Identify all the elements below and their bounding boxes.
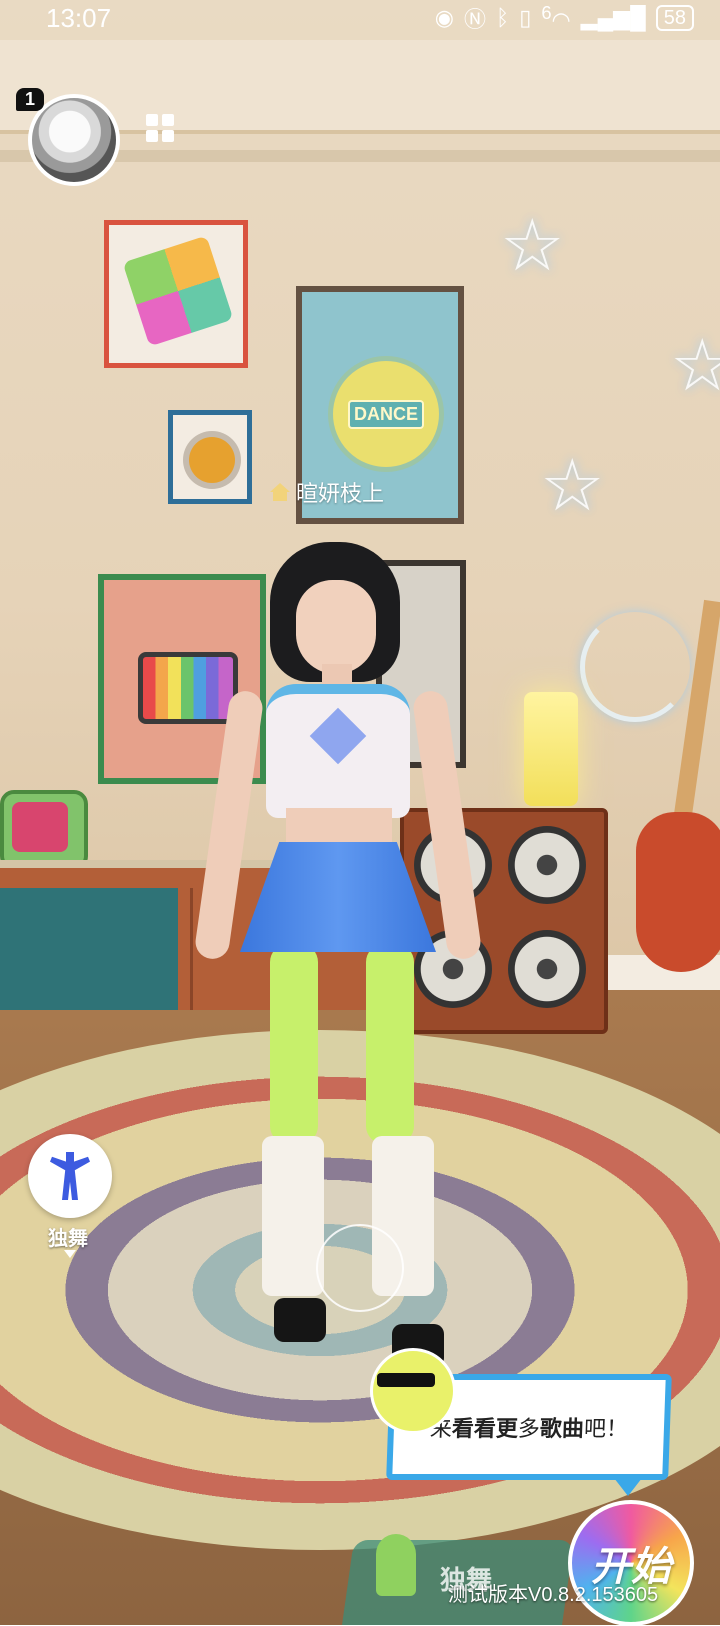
status-bar: 13:07 ◉ Ⓝ ᛒ ▯ 6◠ ▂▄▆█ 58 [0, 0, 720, 36]
star-icon: ☆ [670, 326, 720, 406]
alarm-clock [0, 790, 88, 870]
player-name-tag: 暄妍枝上 [270, 476, 384, 508]
bluetooth-icon: ᛒ [496, 5, 510, 30]
speaker-cabinet [400, 808, 608, 1034]
dancer-icon [50, 1152, 90, 1200]
character-leg [270, 944, 318, 1144]
solo-dance-button[interactable] [28, 1134, 112, 1218]
character-face [296, 580, 376, 674]
home-icon [270, 483, 290, 501]
status-icons: ◉ Ⓝ ᛒ ▯ 6◠ ▂▄▆█ 58 [435, 2, 694, 34]
eye-icon: ◉ [434, 5, 454, 30]
rubiks-cube-icon [122, 235, 234, 347]
vibrate-icon: ▯ [519, 5, 532, 30]
hint-text-5: 吧！ [583, 1416, 629, 1441]
clock-face [12, 802, 68, 852]
star-icon: ☆ [500, 206, 565, 286]
heart-icon [309, 707, 367, 765]
planet-icon [189, 437, 235, 483]
tv-icon [138, 652, 238, 724]
player-name: 暄妍枝上 [296, 481, 385, 506]
signal-icon: ▂▄▆█ [580, 5, 646, 30]
sunglasses-icon [377, 1373, 435, 1387]
dance-seal: DANCE [328, 356, 444, 472]
dance-poster-text: DANCE [347, 399, 424, 429]
nfc-icon: Ⓝ [464, 7, 487, 32]
star-icon: ☆ [540, 446, 605, 526]
dancer-figure-icon [376, 1534, 416, 1596]
character-top [266, 684, 410, 818]
start-button[interactable]: 开始 [568, 1500, 694, 1626]
hint-text-3: 多 [517, 1416, 541, 1441]
character-shoe [274, 1298, 326, 1342]
virtual-joystick[interactable] [316, 1224, 404, 1312]
planet-poster [168, 410, 252, 504]
grid-icon[interactable] [146, 114, 174, 142]
music-note-decoration [580, 612, 690, 722]
wifi-icon: 6◠ [541, 2, 571, 33]
bubble-tail [614, 1478, 642, 1496]
battery-indicator: 58 [655, 5, 694, 31]
electric-guitar [636, 812, 720, 972]
speaker-cone [508, 930, 586, 1008]
hint-text-4: 歌曲 [539, 1416, 585, 1441]
solo-dance-label: 独舞 [48, 1228, 88, 1250]
status-time: 13:07 [46, 2, 112, 33]
table-lamp [524, 692, 578, 806]
caret-down-icon[interactable] [64, 1250, 76, 1258]
notification-badge: 1 [16, 88, 45, 111]
cabinet-door [0, 888, 178, 1010]
leg-warmer [262, 1136, 324, 1296]
wifi-label: 6 [541, 2, 552, 24]
hint-text-2: 看看更 [451, 1416, 519, 1441]
speaker-cone [508, 826, 586, 904]
rubiks-cube-poster [104, 220, 248, 368]
mascot-icon [370, 1348, 456, 1434]
character-leg [366, 944, 414, 1144]
version-label: 测试版本V0.8.2.153605 [448, 1584, 659, 1606]
